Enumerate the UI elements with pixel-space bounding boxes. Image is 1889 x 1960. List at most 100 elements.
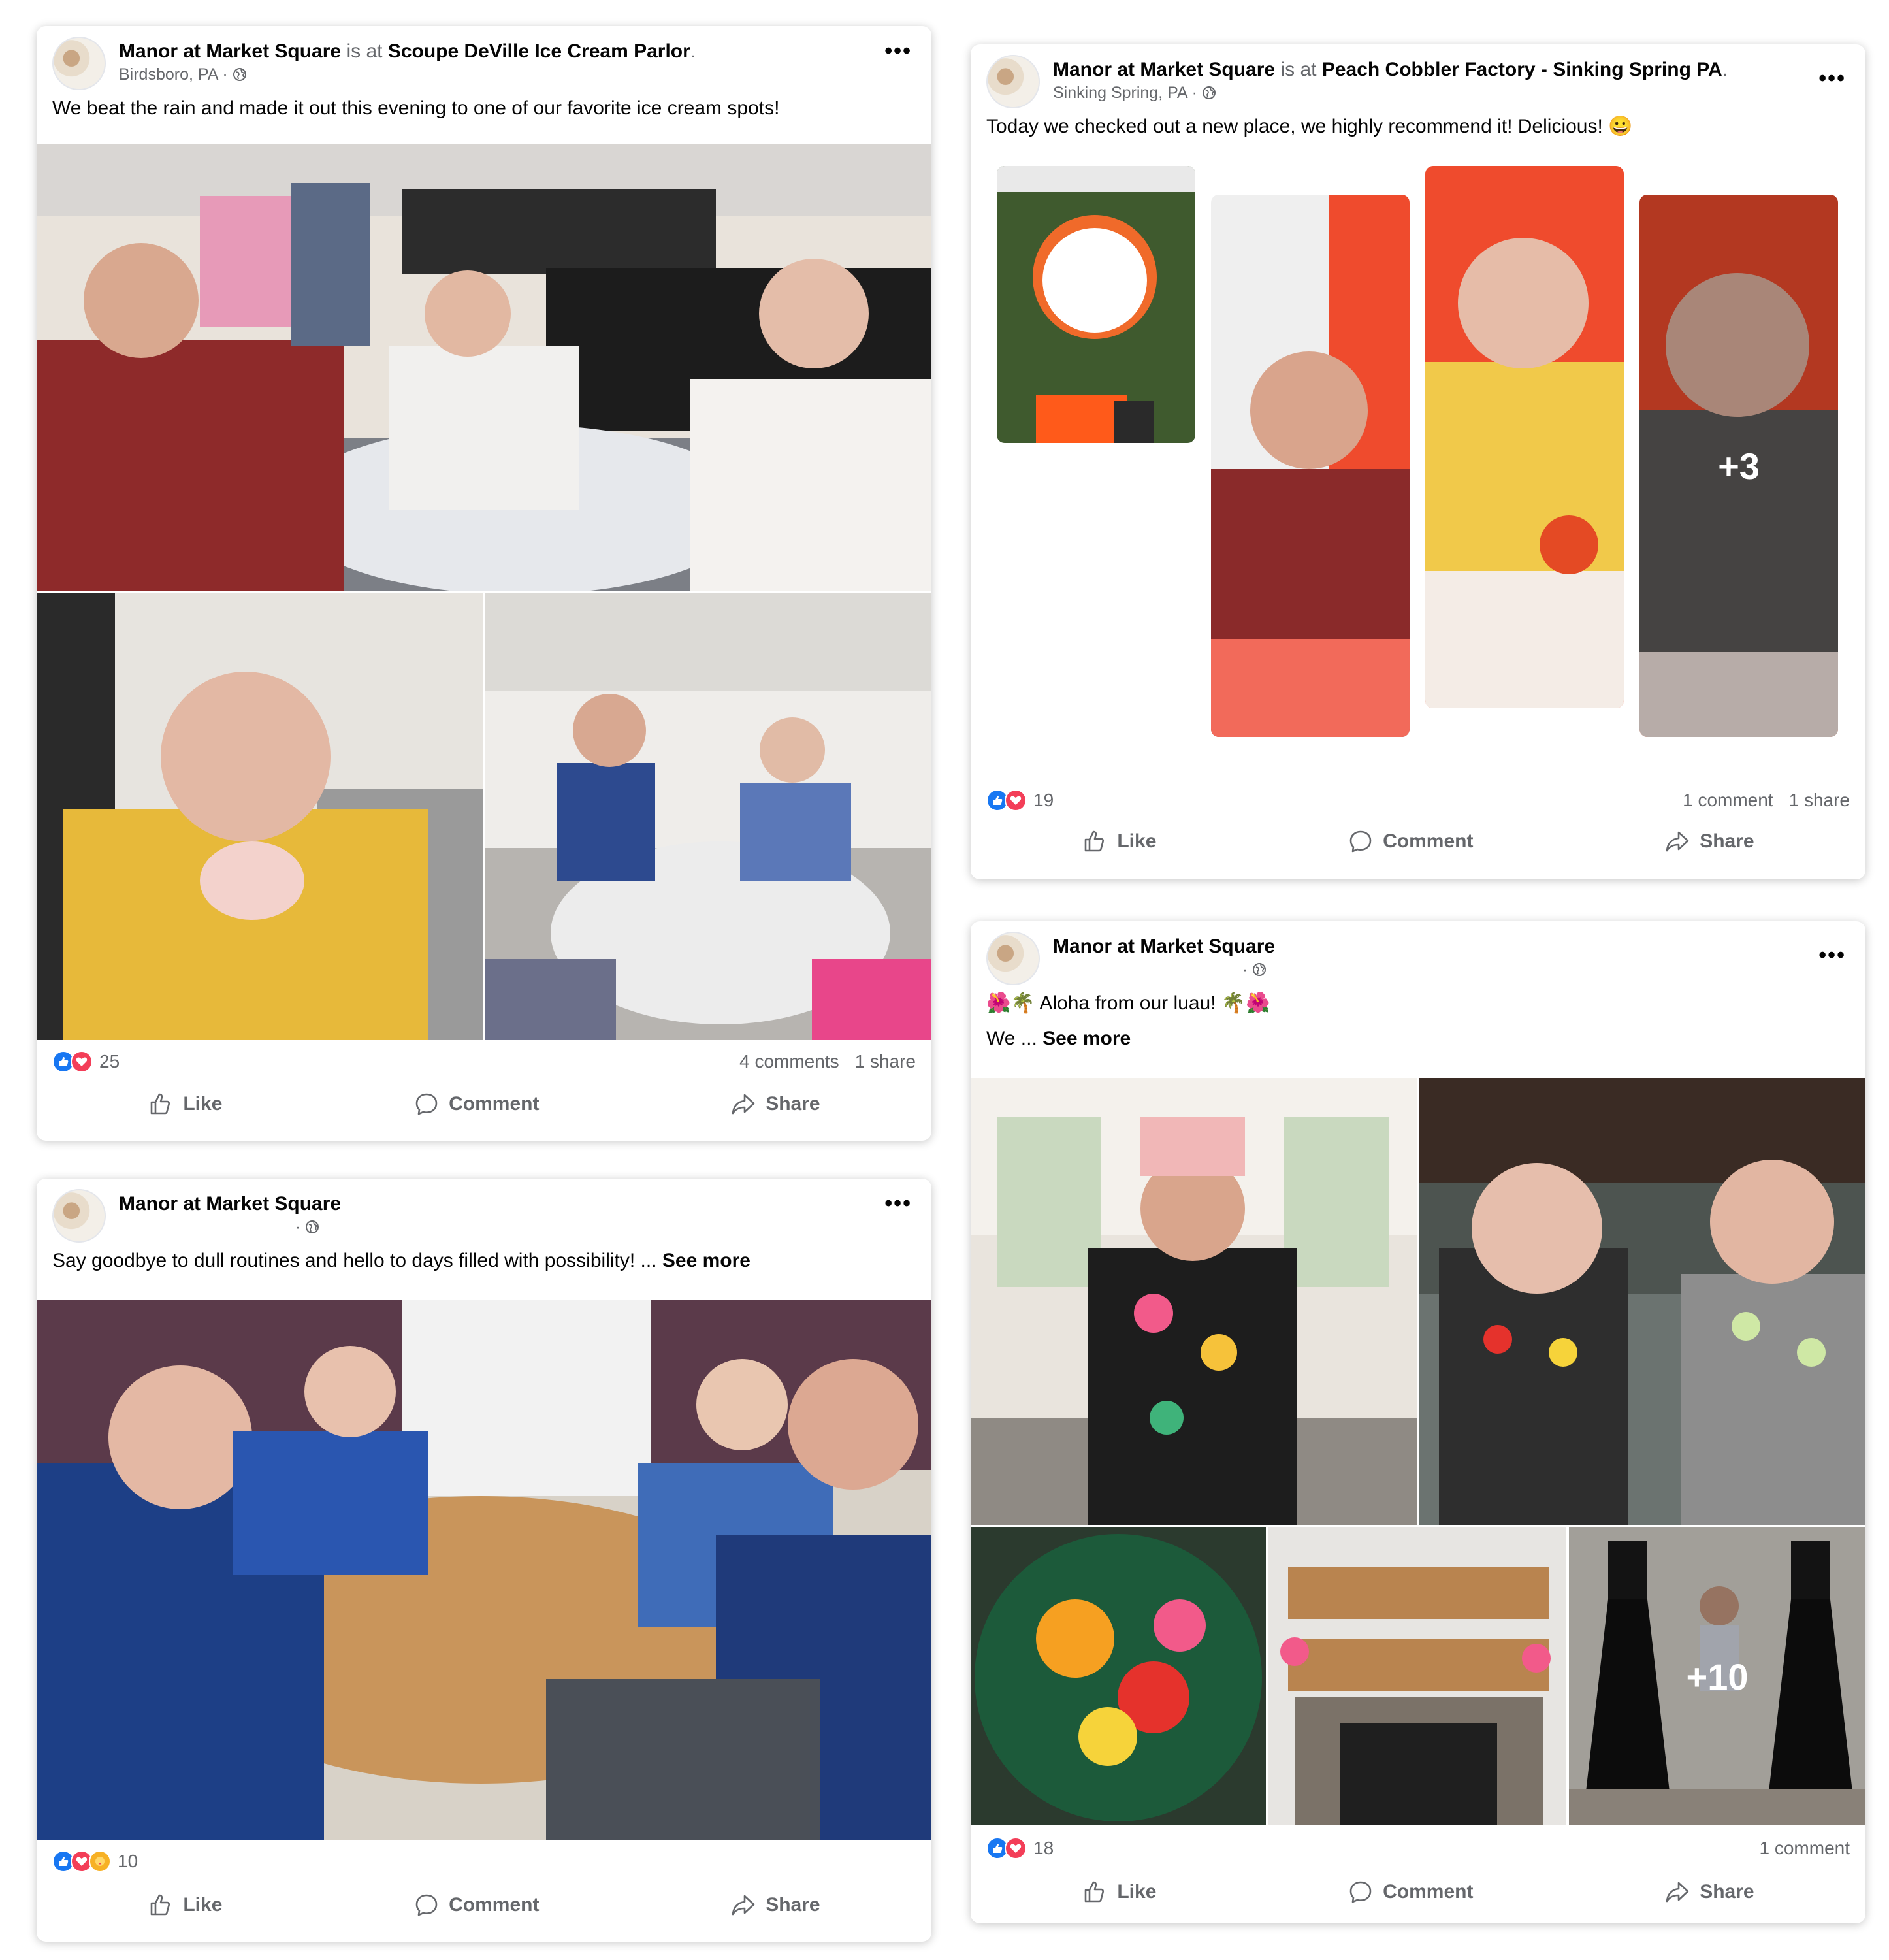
post-header: Manor at Market Square is at Peach Cobbl… [971,44,1865,110]
like-button[interactable]: Like [1082,828,1156,855]
globe-icon [233,68,246,81]
post-text: We beat the rain and made it out this ev… [52,97,780,119]
like-label: Like [1117,1881,1157,1903]
more-options-icon[interactable]: ••• [884,40,912,62]
comment-button[interactable]: Comment [413,1091,539,1117]
post-text-body: We ... [986,1028,1037,1049]
more-options-icon[interactable]: ••• [1818,944,1846,966]
love-reaction-icon [71,1051,93,1073]
post-ice-cream: Manor at Market Square is at Scoupe DeVi… [37,26,931,1141]
comment-label: Comment [449,1093,540,1115]
care-reaction-icon [89,1850,111,1872]
photo-toast[interactable] [37,1300,931,1840]
like-button[interactable]: Like [148,1892,222,1918]
reactions-summary[interactable]: 18 [986,1837,1054,1859]
share-button[interactable]: Share [1664,828,1754,855]
photo-main[interactable] [37,144,931,591]
post-header: Manor at Market Square · ••• [37,1179,931,1244]
globe-icon [1253,963,1267,976]
thumbs-up-icon [151,1093,170,1115]
thumbs-up-icon [151,1894,170,1916]
action-bar: Like Comment Share [986,828,1850,855]
love-reaction-icon [1005,789,1027,811]
shares-count[interactable]: 1 share [855,1051,916,1072]
avatar[interactable] [986,55,1040,108]
reaction-count: 19 [1033,790,1054,810]
like-label: Like [1117,830,1157,852]
photo-woman-yellow[interactable] [1425,166,1624,708]
avatar[interactable] [52,1189,106,1243]
post-text-body: Say goodbye to dull routines and hello t… [52,1250,657,1271]
photo-bottom-left[interactable] [37,593,483,1040]
photo-fruit-skewers[interactable] [971,1527,1266,1825]
love-reaction-icon [1005,1837,1027,1859]
share-button[interactable]: Share [730,1091,820,1117]
share-arrow-icon [1666,1882,1689,1903]
photo-hawaiian-shirt[interactable] [971,1078,1417,1525]
see-more-link[interactable]: See more [1042,1028,1131,1049]
reaction-count: 18 [1033,1838,1054,1858]
comments-count[interactable]: 1 comment [1683,790,1773,811]
stats-bar: 25 4 comments 1 share [52,1051,916,1073]
author-name[interactable]: Manor at Market Square [1053,59,1275,80]
more-options-icon[interactable]: ••• [884,1192,912,1215]
place-name[interactable]: Peach Cobbler Factory - Sinking Spring P… [1322,59,1722,80]
author-name[interactable]: Manor at Market Square [1053,936,1275,957]
like-label: Like [183,1894,223,1916]
avatar[interactable] [986,932,1040,985]
comment-button[interactable]: Comment [413,1892,539,1918]
photo-bottom-right[interactable] [485,593,931,1040]
reactions-summary[interactable]: 19 [986,789,1054,811]
comments-count[interactable]: 1 comment [1760,1838,1850,1859]
stats-bar: 19 1 comment 1 share [986,789,1850,811]
photo-man-red[interactable] [1211,195,1410,737]
comment-button[interactable]: Comment [1348,828,1473,855]
like-button[interactable]: Like [148,1091,222,1117]
photo-leis[interactable] [1419,1078,1865,1525]
share-button[interactable]: Share [1664,1879,1754,1905]
comment-button[interactable]: Comment [1348,1879,1473,1905]
action-bar: Like Comment Share [52,1892,916,1918]
reaction-count: 10 [118,1851,138,1871]
stats-bar: 18 1 comment [986,1837,1850,1859]
post-header: Manor at Market Square is at Scoupe DeVi… [37,26,931,91]
author-name[interactable]: Manor at Market Square [119,1193,341,1215]
shares-count[interactable]: 1 share [1789,790,1850,811]
comment-label: Comment [1383,830,1474,852]
share-button[interactable]: Share [730,1892,820,1918]
post-possibility: Manor at Market Square · ••• Say goodbye… [37,1179,931,1942]
action-bar: Like Comment Share [52,1091,916,1117]
share-arrow-icon [1666,831,1689,852]
reactions-summary[interactable]: 10 [52,1850,138,1872]
comments-count[interactable]: 4 comments [739,1051,839,1072]
comment-label: Comment [1383,1881,1474,1903]
post-text-line2: We ... See more [971,1017,1865,1052]
reactions-summary[interactable]: 25 [52,1051,120,1073]
like-button[interactable]: Like [1082,1879,1156,1905]
more-photos-overlay[interactable]: +3 [1639,195,1838,737]
stats-bar: 10 [52,1850,916,1872]
more-photos-overlay[interactable]: +10 [1569,1527,1865,1825]
photo-luau-banner[interactable] [1268,1527,1566,1825]
photo-peach-logo[interactable] [997,166,1195,443]
author-name[interactable]: Manor at Market Square [119,41,341,62]
photo-dj[interactable]: +10 [1569,1527,1865,1825]
share-arrow-icon [732,1094,755,1115]
location-text[interactable]: Birdsboro, PA [119,64,218,85]
share-label: Share [1700,1881,1754,1903]
location-text[interactable]: Sinking Spring, PA [1053,82,1188,103]
thumbs-up-icon [1085,1881,1105,1903]
thumbs-up-icon [1085,830,1105,852]
more-options-icon[interactable]: ••• [1818,67,1846,90]
photo-woman-jacket[interactable]: +3 [1639,195,1838,737]
comment-bubble-icon [1349,830,1372,853]
avatar[interactable] [52,37,106,90]
share-label: Share [1700,830,1754,852]
post-text: Say goodbye to dull routines and hello t… [37,1244,931,1274]
see-more-link[interactable]: See more [662,1250,751,1271]
comment-bubble-icon [415,1894,438,1916]
place-name[interactable]: Scoupe DeVille Ice Cream Parlor [388,41,690,62]
like-label: Like [183,1093,223,1115]
comment-bubble-icon [1349,1881,1372,1903]
post-luau: Manor at Market Square · ••• 🌺🌴 Aloha fr… [971,921,1865,1923]
